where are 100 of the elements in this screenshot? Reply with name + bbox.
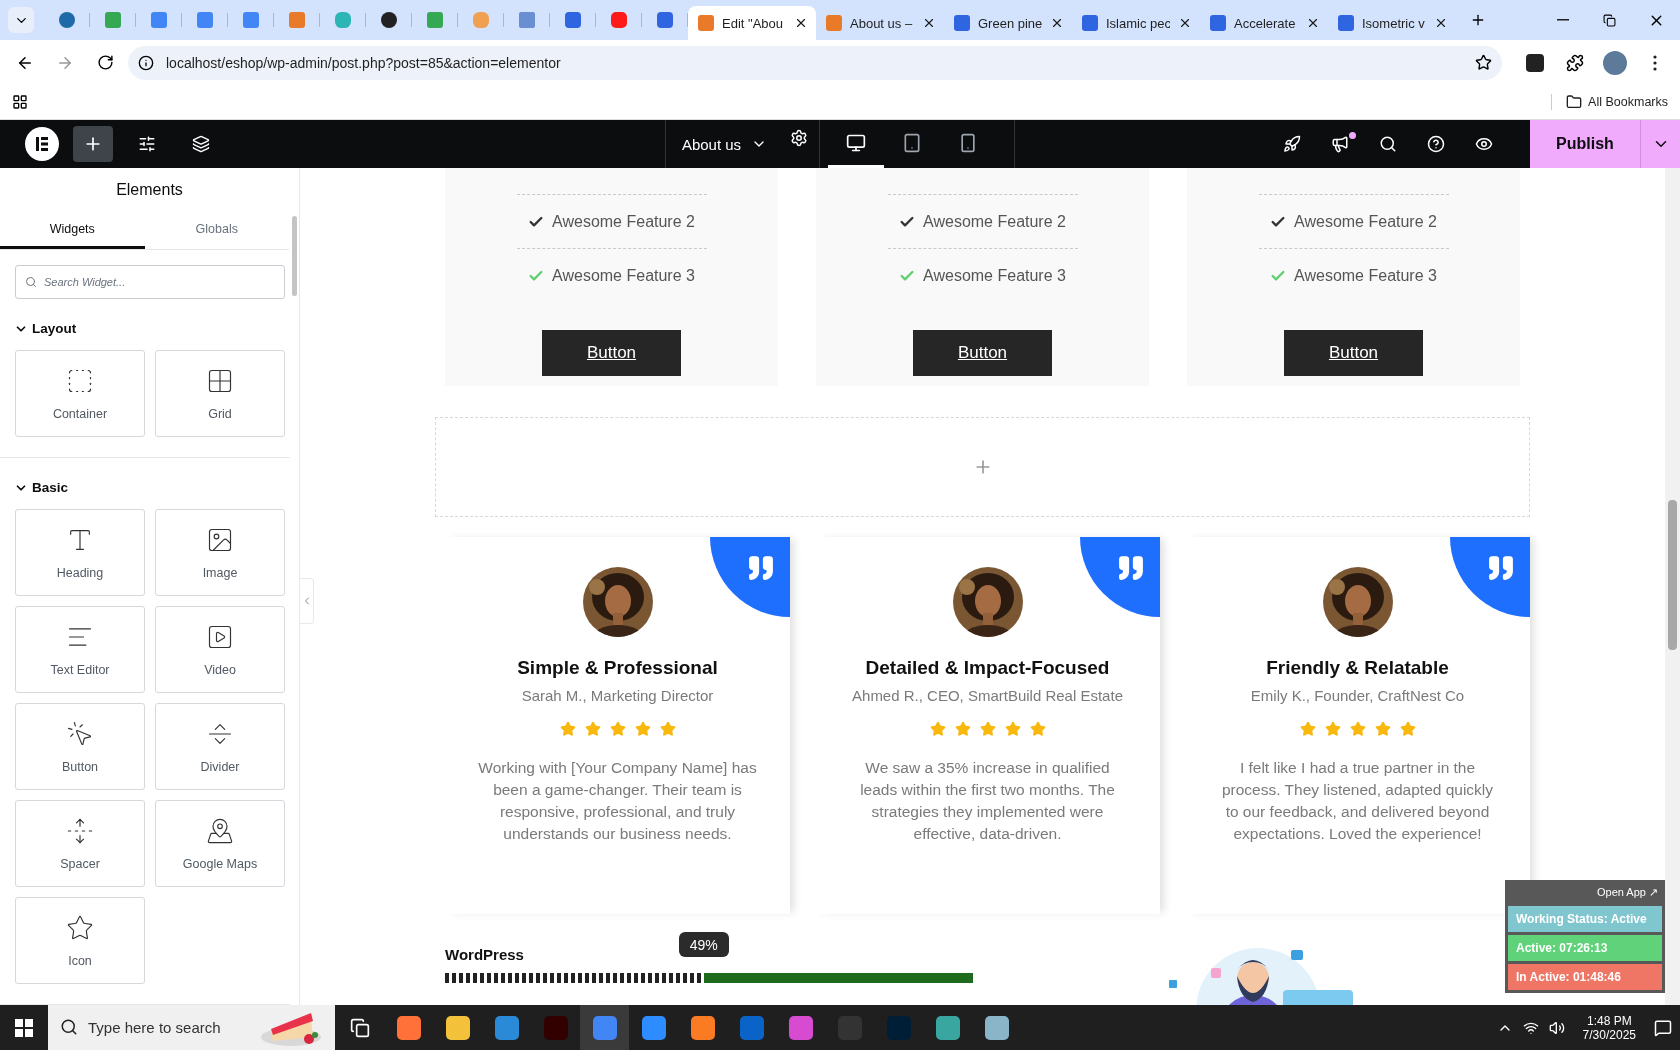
- testimonial-title: Simple & Professional: [517, 657, 718, 679]
- puzzle-icon: [1566, 53, 1584, 72]
- favicon-icon: [151, 12, 167, 28]
- favicon-icon: [657, 12, 673, 28]
- windows-logo-icon: [15, 1018, 33, 1037]
- browser-tab[interactable]: Edit "Abou: [688, 6, 816, 40]
- favicon-icon: [59, 12, 75, 28]
- panel-tab[interactable]: Widgets: [0, 212, 145, 249]
- favicon-icon: [381, 12, 397, 28]
- favicon-icon: [519, 12, 535, 28]
- sliders-icon: [138, 135, 156, 153]
- widget-card[interactable]: Container: [15, 350, 145, 437]
- apps-icon[interactable]: [12, 94, 28, 110]
- kebab-menu-icon: [1653, 54, 1657, 71]
- star-icon: [954, 721, 971, 737]
- publish-button[interactable]: Publish: [1530, 120, 1640, 168]
- widget-card[interactable]: Divider: [155, 703, 285, 790]
- app-icon: [543, 1015, 568, 1040]
- feature-text: Awesome Feature 2: [923, 212, 1066, 231]
- section-header[interactable]: Layout: [14, 321, 299, 336]
- testimonial-author: Ahmed R., CEO, SmartBuild Real Estate: [852, 687, 1123, 704]
- taskbar-search-field[interactable]: Type here to search: [48, 1005, 335, 1050]
- close-icon[interactable]: [1434, 16, 1448, 30]
- star-icon: [1399, 721, 1416, 737]
- favicon-icon: [611, 12, 627, 28]
- widget-card[interactable]: Spacer: [15, 800, 145, 887]
- widget-card[interactable]: Button: [15, 703, 145, 790]
- tab-search-button[interactable]: [8, 7, 34, 33]
- browser-tab[interactable]: Accelerate: [1200, 6, 1328, 40]
- browser-tab[interactable]: Islamic pec: [1072, 6, 1200, 40]
- address-bar[interactable]: localhost/eshop/wp-admin/post.php?post=85&action=elementor: [128, 45, 1502, 80]
- app-icon: [641, 1015, 666, 1040]
- inactive-time: In Active: 01:48:46: [1508, 964, 1662, 990]
- close-icon[interactable]: [922, 16, 936, 30]
- notification-center-icon[interactable]: [1654, 1018, 1672, 1037]
- skill-name: WordPress: [445, 946, 525, 963]
- favicon-icon: [335, 12, 351, 28]
- close-icon[interactable]: [1178, 16, 1192, 30]
- favicon-icon: [243, 12, 259, 28]
- settings-icon: [790, 129, 809, 147]
- page-selector[interactable]: About us: [665, 120, 780, 168]
- widget-card[interactable]: Grid: [155, 350, 285, 437]
- favicon-icon: [1338, 15, 1354, 31]
- skill-tooltip: 49%: [678, 932, 729, 957]
- minimize-icon: [1556, 19, 1569, 21]
- tablet-icon: [902, 132, 923, 153]
- testimonial-quote: Working with [Your Company Name] has been a game-changer. Their team is responsive, professional, and truly understands our business needs.: [477, 758, 758, 844]
- favicon-icon: [427, 12, 443, 28]
- testimonial-quote: I felt like I had a true partner in the process. They listened, adapted quickly to our feedback, and delivered beyond expectations. Loved the experience!: [1220, 758, 1495, 844]
- active-time: Active: 07:26:13: [1508, 935, 1662, 961]
- widget-card[interactable]: Image: [155, 509, 285, 596]
- extension-icon: [1526, 53, 1544, 72]
- close-icon[interactable]: [1050, 16, 1064, 30]
- widget-card[interactable]: Video: [155, 606, 285, 693]
- widget-card[interactable]: Heading: [15, 509, 145, 596]
- all-bookmarks-link[interactable]: All Bookmarks: [1551, 94, 1668, 110]
- quote-icon: [1116, 553, 1146, 583]
- favicon-icon: [197, 12, 213, 28]
- folder-icon: [1566, 94, 1583, 110]
- search-icon: [25, 276, 37, 288]
- volume-icon[interactable]: [1548, 1019, 1565, 1036]
- widget-card[interactable]: Icon: [15, 897, 145, 984]
- app-icon: [445, 1015, 470, 1040]
- section-header[interactable]: Basic: [14, 480, 299, 495]
- star-icon: [929, 721, 946, 737]
- close-icon[interactable]: [1306, 16, 1320, 30]
- panel-scrollbar[interactable]: [292, 216, 297, 296]
- browser-tab[interactable]: Isometric v: [1328, 6, 1456, 40]
- search-field[interactable]: Search Widget...: [15, 265, 285, 299]
- testimonial-title: Friendly & Relatable: [1266, 657, 1449, 679]
- restore-icon: [1603, 13, 1616, 27]
- browser-tab[interactable]: Green pine: [944, 6, 1072, 40]
- panel-tab[interactable]: Globals: [144, 212, 289, 249]
- testimonial-author: Emily K., Founder, CraftNest Co: [1250, 687, 1465, 704]
- pointer-icon: [66, 719, 94, 748]
- open-app-link[interactable]: Open App ↗: [1593, 884, 1662, 903]
- add-element-button[interactable]: [73, 126, 113, 162]
- favicon-icon: [826, 15, 842, 31]
- bookmark-star-icon[interactable]: [1475, 54, 1492, 71]
- cta-button[interactable]: Button: [913, 330, 1052, 376]
- widget-card[interactable]: Google Maps: [155, 800, 285, 887]
- browser-tab[interactable]: About us –: [816, 6, 944, 40]
- elementor-logo-icon[interactable]: [25, 127, 59, 161]
- cta-button[interactable]: Button: [1284, 330, 1423, 376]
- canvas-scrollbar[interactable]: [1665, 168, 1680, 1005]
- app-icon: [690, 1015, 715, 1040]
- star-icon: [1324, 721, 1341, 737]
- task-view-icon: [349, 1017, 370, 1038]
- desktop-icon: [846, 132, 867, 153]
- favicon-icon: [473, 12, 489, 28]
- taskbar-clock[interactable]: 1:48 PM 7/30/2025: [1574, 1013, 1644, 1042]
- close-icon[interactable]: [794, 16, 808, 30]
- feature-text: Awesome Feature 3: [923, 266, 1066, 285]
- quote-icon: [746, 553, 776, 583]
- widget-card[interactable]: Text Editor: [15, 606, 145, 693]
- quote-icon: [1486, 553, 1516, 583]
- eye-icon: [1475, 135, 1493, 153]
- cta-button[interactable]: Button: [542, 330, 681, 376]
- app-icon: [935, 1015, 960, 1040]
- search-icon: [1379, 135, 1397, 153]
